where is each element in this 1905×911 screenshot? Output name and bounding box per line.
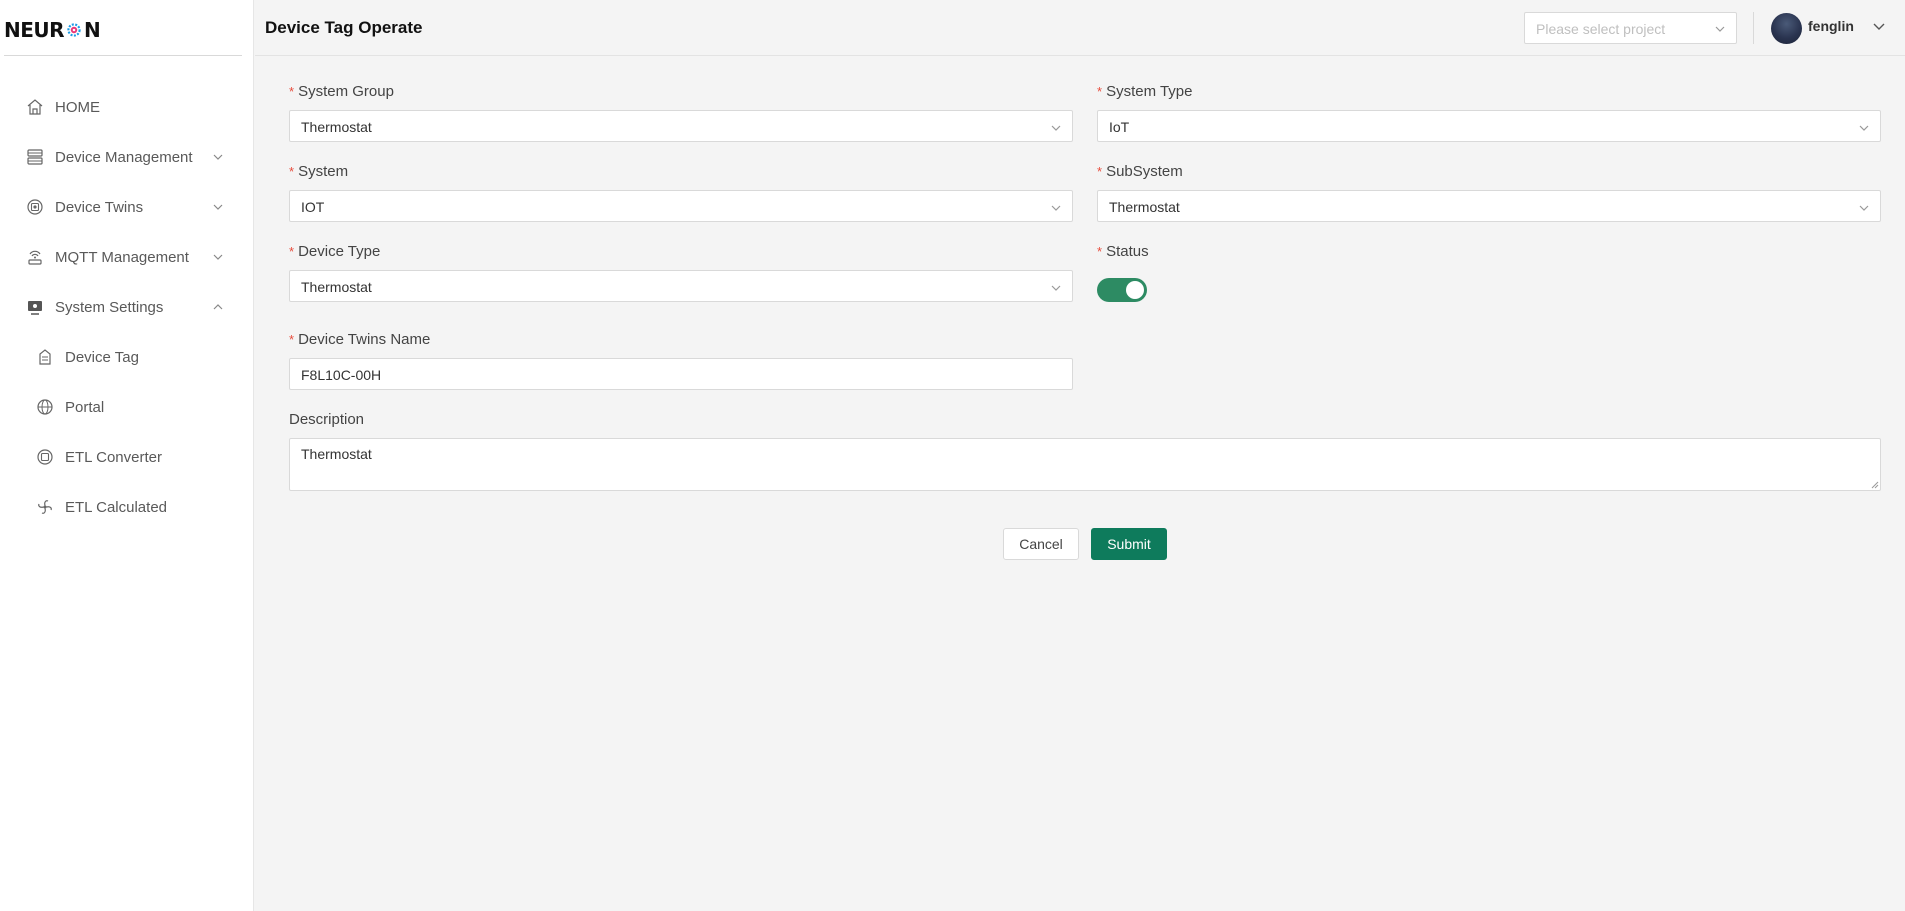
chevron-down-icon bbox=[1051, 205, 1061, 211]
label-text: Description bbox=[289, 411, 365, 428]
toggle-knob bbox=[1126, 281, 1144, 299]
description-label: Description bbox=[289, 411, 364, 428]
sidebar-item-device-management[interactable]: Device Management bbox=[0, 132, 254, 182]
broadcast-icon bbox=[25, 247, 45, 267]
project-select-placeholder: Please select project bbox=[1536, 21, 1666, 37]
select-value: Thermostat bbox=[1109, 199, 1180, 215]
label-text: Status bbox=[1106, 243, 1149, 260]
sidebar-item-label: System Settings bbox=[55, 298, 164, 316]
sidebar-item-label: HOME bbox=[55, 98, 100, 116]
sidebar-item-label: Device Tag bbox=[65, 348, 139, 366]
top-header: Device Tag Operate Please select project… bbox=[255, 0, 1905, 56]
device-type-select[interactable]: Thermostat bbox=[289, 270, 1073, 302]
required-mark: * bbox=[289, 244, 295, 259]
resize-handle-icon[interactable] bbox=[1870, 480, 1879, 489]
page-title: Device Tag Operate bbox=[265, 18, 423, 37]
chevron-down-icon bbox=[1715, 26, 1725, 32]
label-text: Device Type bbox=[298, 243, 381, 260]
chevron-down-icon bbox=[1051, 125, 1061, 131]
project-select[interactable]: Please select project bbox=[1524, 12, 1737, 44]
label-text: System Type bbox=[1106, 83, 1193, 100]
server-icon bbox=[25, 147, 45, 167]
sidebar-item-etl-calculated[interactable]: ETL Calculated bbox=[0, 482, 254, 532]
sidebar-item-etl-converter[interactable]: ETL Converter bbox=[0, 432, 254, 482]
sidebar-item-label: Device Management bbox=[55, 148, 193, 166]
user-menu-chevron-icon[interactable] bbox=[1872, 19, 1886, 33]
subsystem-select[interactable]: Thermostat bbox=[1097, 190, 1881, 222]
monitor-icon bbox=[25, 297, 45, 317]
input-value: F8L10C-00H bbox=[301, 367, 382, 383]
select-value: IoT bbox=[1109, 119, 1130, 135]
required-mark: * bbox=[289, 84, 295, 99]
sidebar-item-label: ETL Calculated bbox=[65, 498, 167, 516]
logo-text-left: NEUR bbox=[4, 18, 65, 42]
chevron-up-icon bbox=[213, 304, 223, 310]
sidebar-item-label: ETL Converter bbox=[65, 448, 162, 466]
chevron-down-icon bbox=[213, 204, 223, 210]
logo-text-right: N bbox=[84, 18, 101, 42]
system-type-label: * System Type bbox=[1097, 83, 1193, 100]
twins-icon bbox=[25, 197, 45, 217]
sidebar-item-home[interactable]: HOME bbox=[0, 82, 254, 132]
sidebar-item-system-settings[interactable]: System Settings bbox=[0, 282, 254, 332]
status-toggle[interactable] bbox=[1097, 278, 1147, 302]
cancel-button[interactable]: Cancel bbox=[1003, 528, 1079, 560]
chevron-down-icon bbox=[213, 254, 223, 260]
chevron-down-icon bbox=[1051, 285, 1061, 291]
neuron-logo[interactable]: NEUR N bbox=[4, 18, 101, 42]
sidebar-item-label: MQTT Management bbox=[55, 248, 189, 266]
description-textarea[interactable]: Thermostat bbox=[289, 438, 1881, 491]
sidebar-item-device-twins[interactable]: Device Twins bbox=[0, 182, 254, 232]
sidebar-item-label: Portal bbox=[65, 398, 105, 416]
required-mark: * bbox=[289, 332, 295, 347]
chevron-down-icon bbox=[1859, 125, 1869, 131]
home-icon bbox=[25, 97, 45, 117]
subsystem-label: * SubSystem bbox=[1097, 163, 1183, 180]
sidebar: NEUR N HOME Device Management Device Twi… bbox=[0, 0, 254, 911]
device-twins-name-input[interactable]: F8L10C-00H bbox=[289, 358, 1073, 390]
select-value: Thermostat bbox=[301, 119, 372, 135]
system-group-select[interactable]: Thermostat bbox=[289, 110, 1073, 142]
label-text: System bbox=[298, 163, 349, 180]
status-label: * Status bbox=[1097, 243, 1149, 260]
globe-icon bbox=[35, 397, 55, 417]
label-text: System Group bbox=[298, 83, 394, 100]
submit-button[interactable]: Submit bbox=[1091, 528, 1167, 560]
sidebar-item-label: Device Twins bbox=[55, 198, 144, 216]
select-value: IOT bbox=[301, 199, 325, 215]
system-type-select[interactable]: IoT bbox=[1097, 110, 1881, 142]
system-group-label: * System Group bbox=[289, 83, 394, 100]
chevron-down-icon bbox=[1859, 205, 1869, 211]
sidebar-item-mqtt-management[interactable]: MQTT Management bbox=[0, 232, 254, 282]
label-text: SubSystem bbox=[1106, 163, 1183, 180]
header-divider bbox=[1753, 12, 1754, 44]
system-label: * System bbox=[289, 163, 348, 180]
sidebar-item-device-tag[interactable]: Device Tag bbox=[0, 332, 254, 382]
required-mark: * bbox=[1097, 164, 1103, 179]
device-type-label: * Device Type bbox=[289, 243, 380, 260]
textarea-value: Thermostat bbox=[301, 446, 372, 462]
logo-divider bbox=[4, 55, 242, 56]
device-twins-name-label: * Device Twins Name bbox=[289, 331, 430, 348]
avatar[interactable] bbox=[1771, 13, 1802, 44]
label-text: Device Twins Name bbox=[298, 331, 431, 348]
sidebar-item-portal[interactable]: Portal bbox=[0, 382, 254, 432]
system-select[interactable]: IOT bbox=[289, 190, 1073, 222]
required-mark: * bbox=[1097, 244, 1103, 259]
chevron-down-icon bbox=[213, 154, 223, 160]
username[interactable]: fenglin bbox=[1808, 18, 1854, 34]
converter-icon bbox=[35, 447, 55, 467]
fan-icon bbox=[35, 497, 55, 517]
tag-building-icon bbox=[35, 347, 55, 367]
sidebar-nav: HOME Device Management Device Twins MQTT… bbox=[0, 82, 254, 532]
required-mark: * bbox=[289, 164, 295, 179]
logo-gear-icon bbox=[67, 23, 81, 37]
select-value: Thermostat bbox=[301, 279, 372, 295]
required-mark: * bbox=[1097, 84, 1103, 99]
